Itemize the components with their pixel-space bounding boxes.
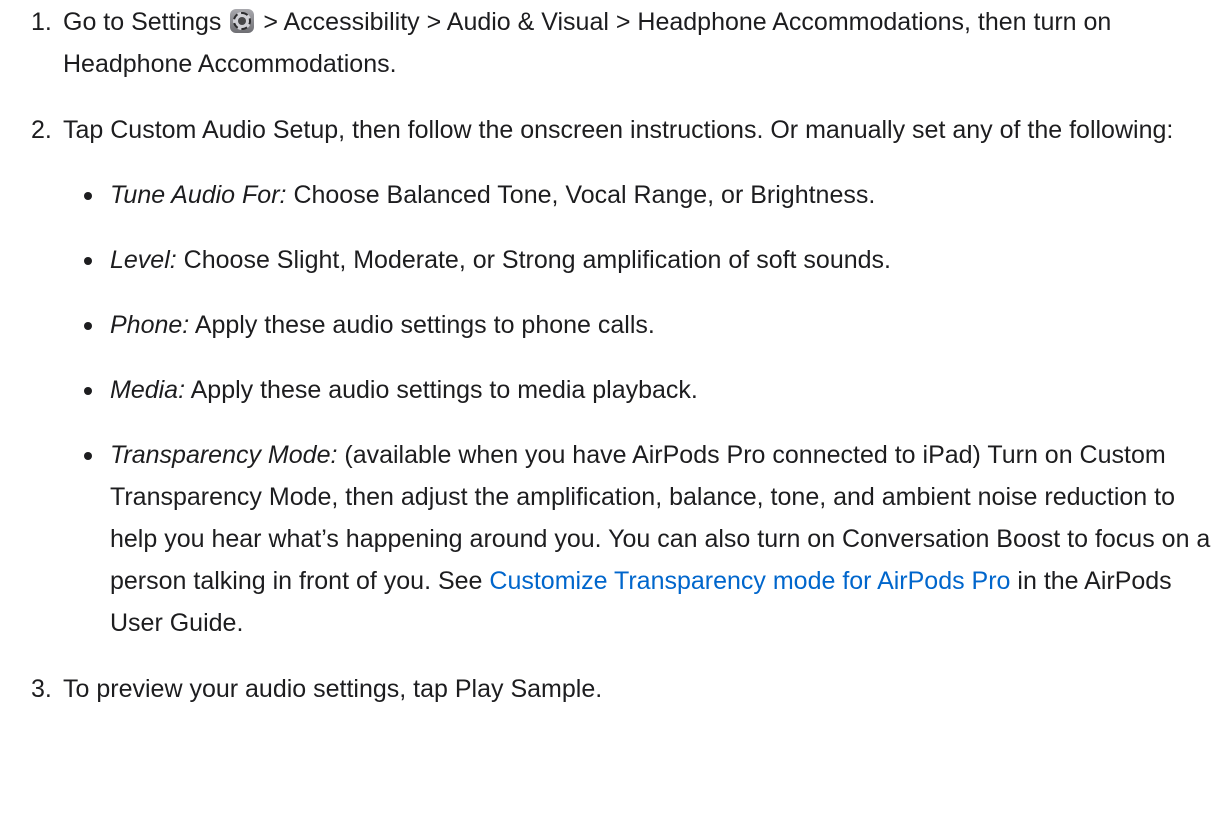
option-item: Phone: Apply these audio settings to pho… <box>63 304 1218 346</box>
step-item: 2. Tap Custom Audio Setup, then follow t… <box>31 109 1218 644</box>
step-text: Go to Settings <box>63 8 222 36</box>
help-article-content: 1. Go to Settings > Accessibility > Audi… <box>0 0 1218 827</box>
step-number: 2. <box>31 116 52 144</box>
step-text: Tap Custom Audio Setup, then follow the … <box>63 116 1174 144</box>
bullet <box>84 452 92 460</box>
option-description: Apply these audio settings to phone call… <box>194 311 655 339</box>
customize-transparency-link[interactable]: Customize Transparency mode for AirPods … <box>489 567 1010 595</box>
steps-list: 1. Go to Settings > Accessibility > Audi… <box>0 1 1218 710</box>
option-term: Phone: <box>110 311 190 339</box>
step-item: 3. To preview your audio settings, tap P… <box>31 668 1218 710</box>
step-number: 1. <box>31 8 52 36</box>
option-description: Choose Slight, Moderate, or Strong ampli… <box>183 246 891 274</box>
option-item: Tune Audio For: Choose Balanced Tone, Vo… <box>63 174 1218 216</box>
option-term: Tune Audio For: <box>110 181 287 209</box>
bullet <box>84 192 92 200</box>
option-term: Transparency Mode: <box>110 441 338 469</box>
options-list: Tune Audio For: Choose Balanced Tone, Vo… <box>63 174 1218 644</box>
option-term: Level: <box>110 246 177 274</box>
step-number: 3. <box>31 675 52 703</box>
option-item: Level: Choose Slight, Moderate, or Stron… <box>63 239 1218 281</box>
option-item: Transparency Mode: (available when you h… <box>63 434 1218 644</box>
bullet <box>84 387 92 395</box>
step-text-continued: > Accessibility > Audio & Visual > Headp… <box>63 8 1112 78</box>
step-item: 1. Go to Settings > Accessibility > Audi… <box>31 1 1218 85</box>
option-item: Media: Apply these audio settings to med… <box>63 369 1218 411</box>
option-term: Media: <box>110 376 186 404</box>
option-description: Apply these audio settings to media play… <box>190 376 698 404</box>
bullet <box>84 322 92 330</box>
bullet <box>84 257 92 265</box>
option-description: Choose Balanced Tone, Vocal Range, or Br… <box>293 181 876 209</box>
step-text: To preview your audio settings, tap Play… <box>63 675 603 703</box>
settings-gear-icon <box>230 9 255 33</box>
